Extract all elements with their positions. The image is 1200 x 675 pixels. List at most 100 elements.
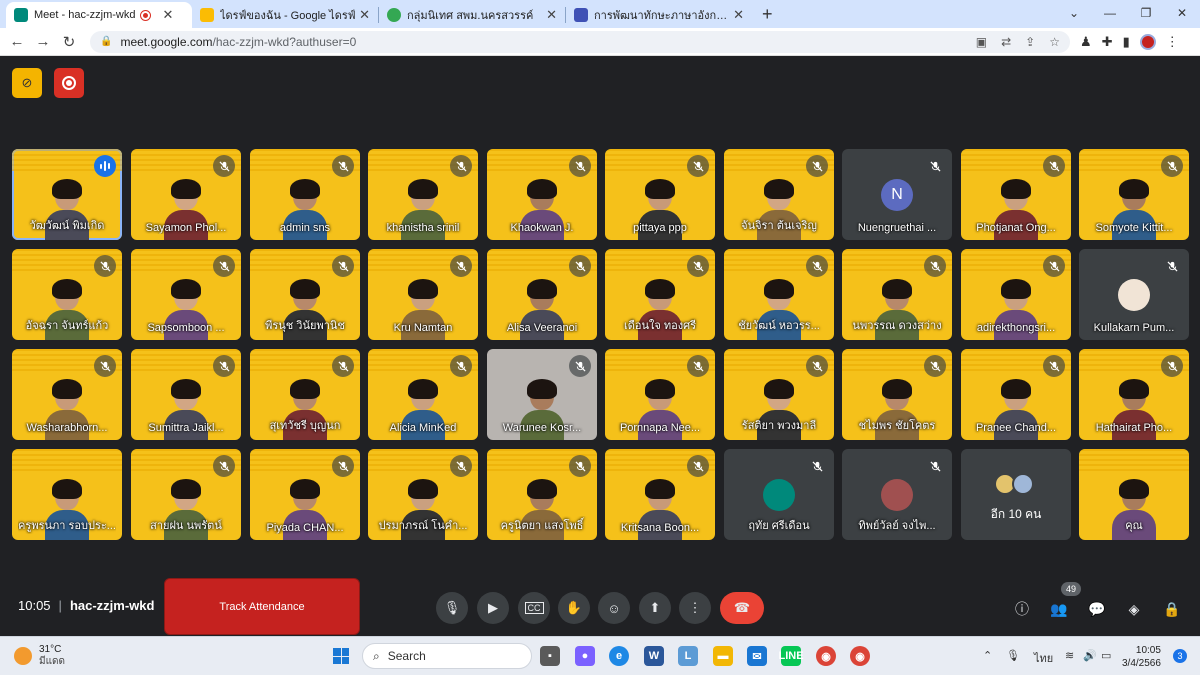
tab-english-skills[interactable]: การพัฒนาทักษะภาษาอังกฤษ English ✕	[566, 2, 752, 28]
participant-tile[interactable]: Alisa Veeranoi	[487, 249, 597, 340]
participant-tile[interactable]: Kullakarn Pum...	[1079, 249, 1189, 340]
participant-tile[interactable]: ครูนิตยา แสงโพธิ์	[487, 449, 597, 540]
close-tab-icon[interactable]: ✕	[359, 7, 370, 23]
side-panel-icon[interactable]: ▮	[1123, 34, 1130, 50]
participant-tile[interactable]: เดือนใจ ทองศรี	[605, 249, 715, 340]
participant-tile[interactable]: Sumittra Jaikl...	[131, 349, 241, 440]
taskbar-clock[interactable]: 10:05 3/4/2566	[1122, 644, 1161, 670]
participant-tile[interactable]: Sayamon Phol...	[131, 149, 241, 240]
microphone-tray-icon[interactable]: 🎙	[1006, 649, 1020, 662]
translate-icon[interactable]: ⇄	[1001, 35, 1011, 49]
file-explorer-icon[interactable]: ▬	[713, 646, 733, 666]
participant-tile[interactable]: นพวรรณ ดวงสว่าง	[842, 249, 952, 340]
participant-tile[interactable]: คุณ	[1079, 449, 1189, 540]
participant-tile[interactable]: ครูพรนภา รอบประ...	[12, 449, 122, 540]
present-button[interactable]: ⬆	[639, 592, 671, 624]
camera-icon[interactable]: ▣	[976, 35, 987, 49]
participant-tile[interactable]: สายฝน นพรัตน์	[131, 449, 241, 540]
close-tab-icon[interactable]: ✕	[733, 7, 744, 23]
participant-tile[interactable]: อีก 10 คน	[961, 449, 1071, 540]
url-field[interactable]: 🔒 meet.google.com /hac-zzjm-wkd?authuser…	[90, 30, 1070, 53]
participant-tile[interactable]: Photjanat Ong...	[961, 149, 1071, 240]
participant-tile[interactable]: Pornnapa Nee...	[605, 349, 715, 440]
task-view-icon[interactable]: ▪	[540, 646, 560, 666]
taskbar-search[interactable]: ⌕ Search	[362, 643, 532, 669]
activities-button[interactable]: ◈	[1123, 598, 1145, 620]
participant-tile[interactable]: จันจิรา ต้นเจริญ	[724, 149, 834, 240]
tab-drive[interactable]: ไดรฟ์ของฉัน - Google ไดรฟ์ ✕	[192, 2, 378, 28]
meeting-details-button[interactable]: ⓘ	[1011, 598, 1033, 620]
close-tab-icon[interactable]: ✕	[162, 7, 173, 23]
extension-icon[interactable]: ♟	[1080, 34, 1092, 50]
participant-tile[interactable]: ทิพย์วัลย์ จงไพ...	[842, 449, 952, 540]
minimize-icon[interactable]: —	[1092, 0, 1128, 26]
participant-tile[interactable]: Kru Namtan	[368, 249, 478, 340]
more-options-button[interactable]: ⋮	[679, 592, 711, 624]
close-tab-icon[interactable]: ✕	[546, 7, 557, 23]
reactions-button[interactable]: ☺	[598, 592, 630, 624]
tab-supervision-group[interactable]: กลุ่มนิเทศ สพม.นครสวรรค์ ✕	[379, 2, 565, 28]
captions-off-button[interactable]: ⊘	[12, 68, 42, 98]
menu-kebab-icon[interactable]: ⋮	[1166, 34, 1179, 50]
close-window-icon[interactable]: ✕	[1164, 0, 1200, 26]
show-hidden-icons[interactable]: ⌃	[983, 649, 992, 662]
volume-icon[interactable]: 🔊	[1083, 649, 1097, 662]
recording-button[interactable]	[54, 68, 84, 98]
participant-tile[interactable]: pittaya ppp	[605, 149, 715, 240]
people-button[interactable]: 👥	[1048, 598, 1070, 620]
forward-arrow-icon[interactable]: →	[30, 29, 56, 55]
word-icon[interactable]: W	[644, 646, 664, 666]
participant-tile[interactable]: รัสติยา พวงมาลี	[724, 349, 834, 440]
participant-tile[interactable]: อัจฉรา จันทร์แก้ว	[12, 249, 122, 340]
profile-avatar[interactable]	[1139, 33, 1156, 50]
participant-tile[interactable]: สุเทวัชรี บุญนก	[250, 349, 360, 440]
participant-tile[interactable]: Warunee Kosr...	[487, 349, 597, 440]
share-icon[interactable]: ⇪	[1025, 35, 1035, 49]
battery-icon[interactable]: ▭	[1101, 649, 1111, 662]
restore-icon[interactable]: ❐	[1128, 0, 1164, 26]
chrome-profile-icon[interactable]: ◉	[850, 646, 870, 666]
participant-tile[interactable]: Hathairat Pho...	[1079, 349, 1189, 440]
participant-tile[interactable]: admin sns	[250, 149, 360, 240]
participant-tile[interactable]: ปรมาภรณ์ โนคำ...	[368, 449, 478, 540]
participant-tile[interactable]: Sapsomboon ...	[131, 249, 241, 340]
raise-hand-button[interactable]: ✋	[558, 592, 590, 624]
participant-tile[interactable]: ชไมพร ชัยโคตร	[842, 349, 952, 440]
participant-tile[interactable]: khanistha srinil	[368, 149, 478, 240]
puzzle-icon[interactable]: ✚	[1102, 34, 1113, 50]
participant-tile[interactable]: Kritsana Boon...	[605, 449, 715, 540]
microphone-button[interactable]: 🎙	[436, 592, 468, 624]
participant-tile[interactable]: Pranee Chand...	[961, 349, 1071, 440]
lock-icon[interactable]: 🔒	[100, 36, 112, 47]
teams-chat-icon[interactable]: ●	[575, 646, 595, 666]
line-icon[interactable]: LINE	[778, 646, 804, 666]
participant-tile[interactable]: adirekthongsri...	[961, 249, 1071, 340]
participant-tile[interactable]: ฤทัย ศรีเดือน	[724, 449, 834, 540]
bookmark-star-icon[interactable]: ☆	[1049, 35, 1060, 49]
chrome-icon[interactable]: ◉	[816, 646, 836, 666]
participant-tile[interactable]: วัฒวัฒน์ พิมเกิด	[12, 149, 122, 240]
lms-icon[interactable]: L	[678, 646, 698, 666]
tab-meet[interactable]: Meet - hac-zzjm-wkd ✕	[6, 2, 192, 28]
notification-badge[interactable]: 3	[1173, 649, 1187, 663]
windows-start-icon[interactable]	[333, 648, 349, 664]
host-controls-button[interactable]: 🔒	[1161, 598, 1183, 620]
mail-icon[interactable]: ✉	[747, 646, 767, 666]
chat-button[interactable]: 💬	[1086, 598, 1108, 620]
back-arrow-icon[interactable]: ←	[4, 29, 30, 55]
wifi-icon[interactable]: ≋	[1065, 649, 1074, 662]
new-tab-button[interactable]: +	[762, 4, 773, 25]
participant-tile[interactable]: Khaokwan J.	[487, 149, 597, 240]
edge-icon[interactable]: e	[609, 646, 629, 666]
participant-tile[interactable]: Somyote Kittit...	[1079, 149, 1189, 240]
tab-search-icon[interactable]: ⌄	[1056, 0, 1092, 26]
participant-tile[interactable]: Washarabhorn...	[12, 349, 122, 440]
leave-call-button[interactable]: ☎	[720, 592, 764, 624]
track-attendance-button[interactable]: Track Attendance	[164, 578, 360, 635]
weather-widget[interactable]: 31°C มีแดด	[14, 644, 65, 668]
participant-tile[interactable]: พีรนุช วินัยพานิช	[250, 249, 360, 340]
camera-button[interactable]: ▶	[477, 592, 509, 624]
input-language[interactable]: ไทย	[1034, 649, 1053, 667]
reload-icon[interactable]: ↻	[56, 29, 82, 55]
participant-tile[interactable]: ชัยวัฒน์ หอวรร...	[724, 249, 834, 340]
